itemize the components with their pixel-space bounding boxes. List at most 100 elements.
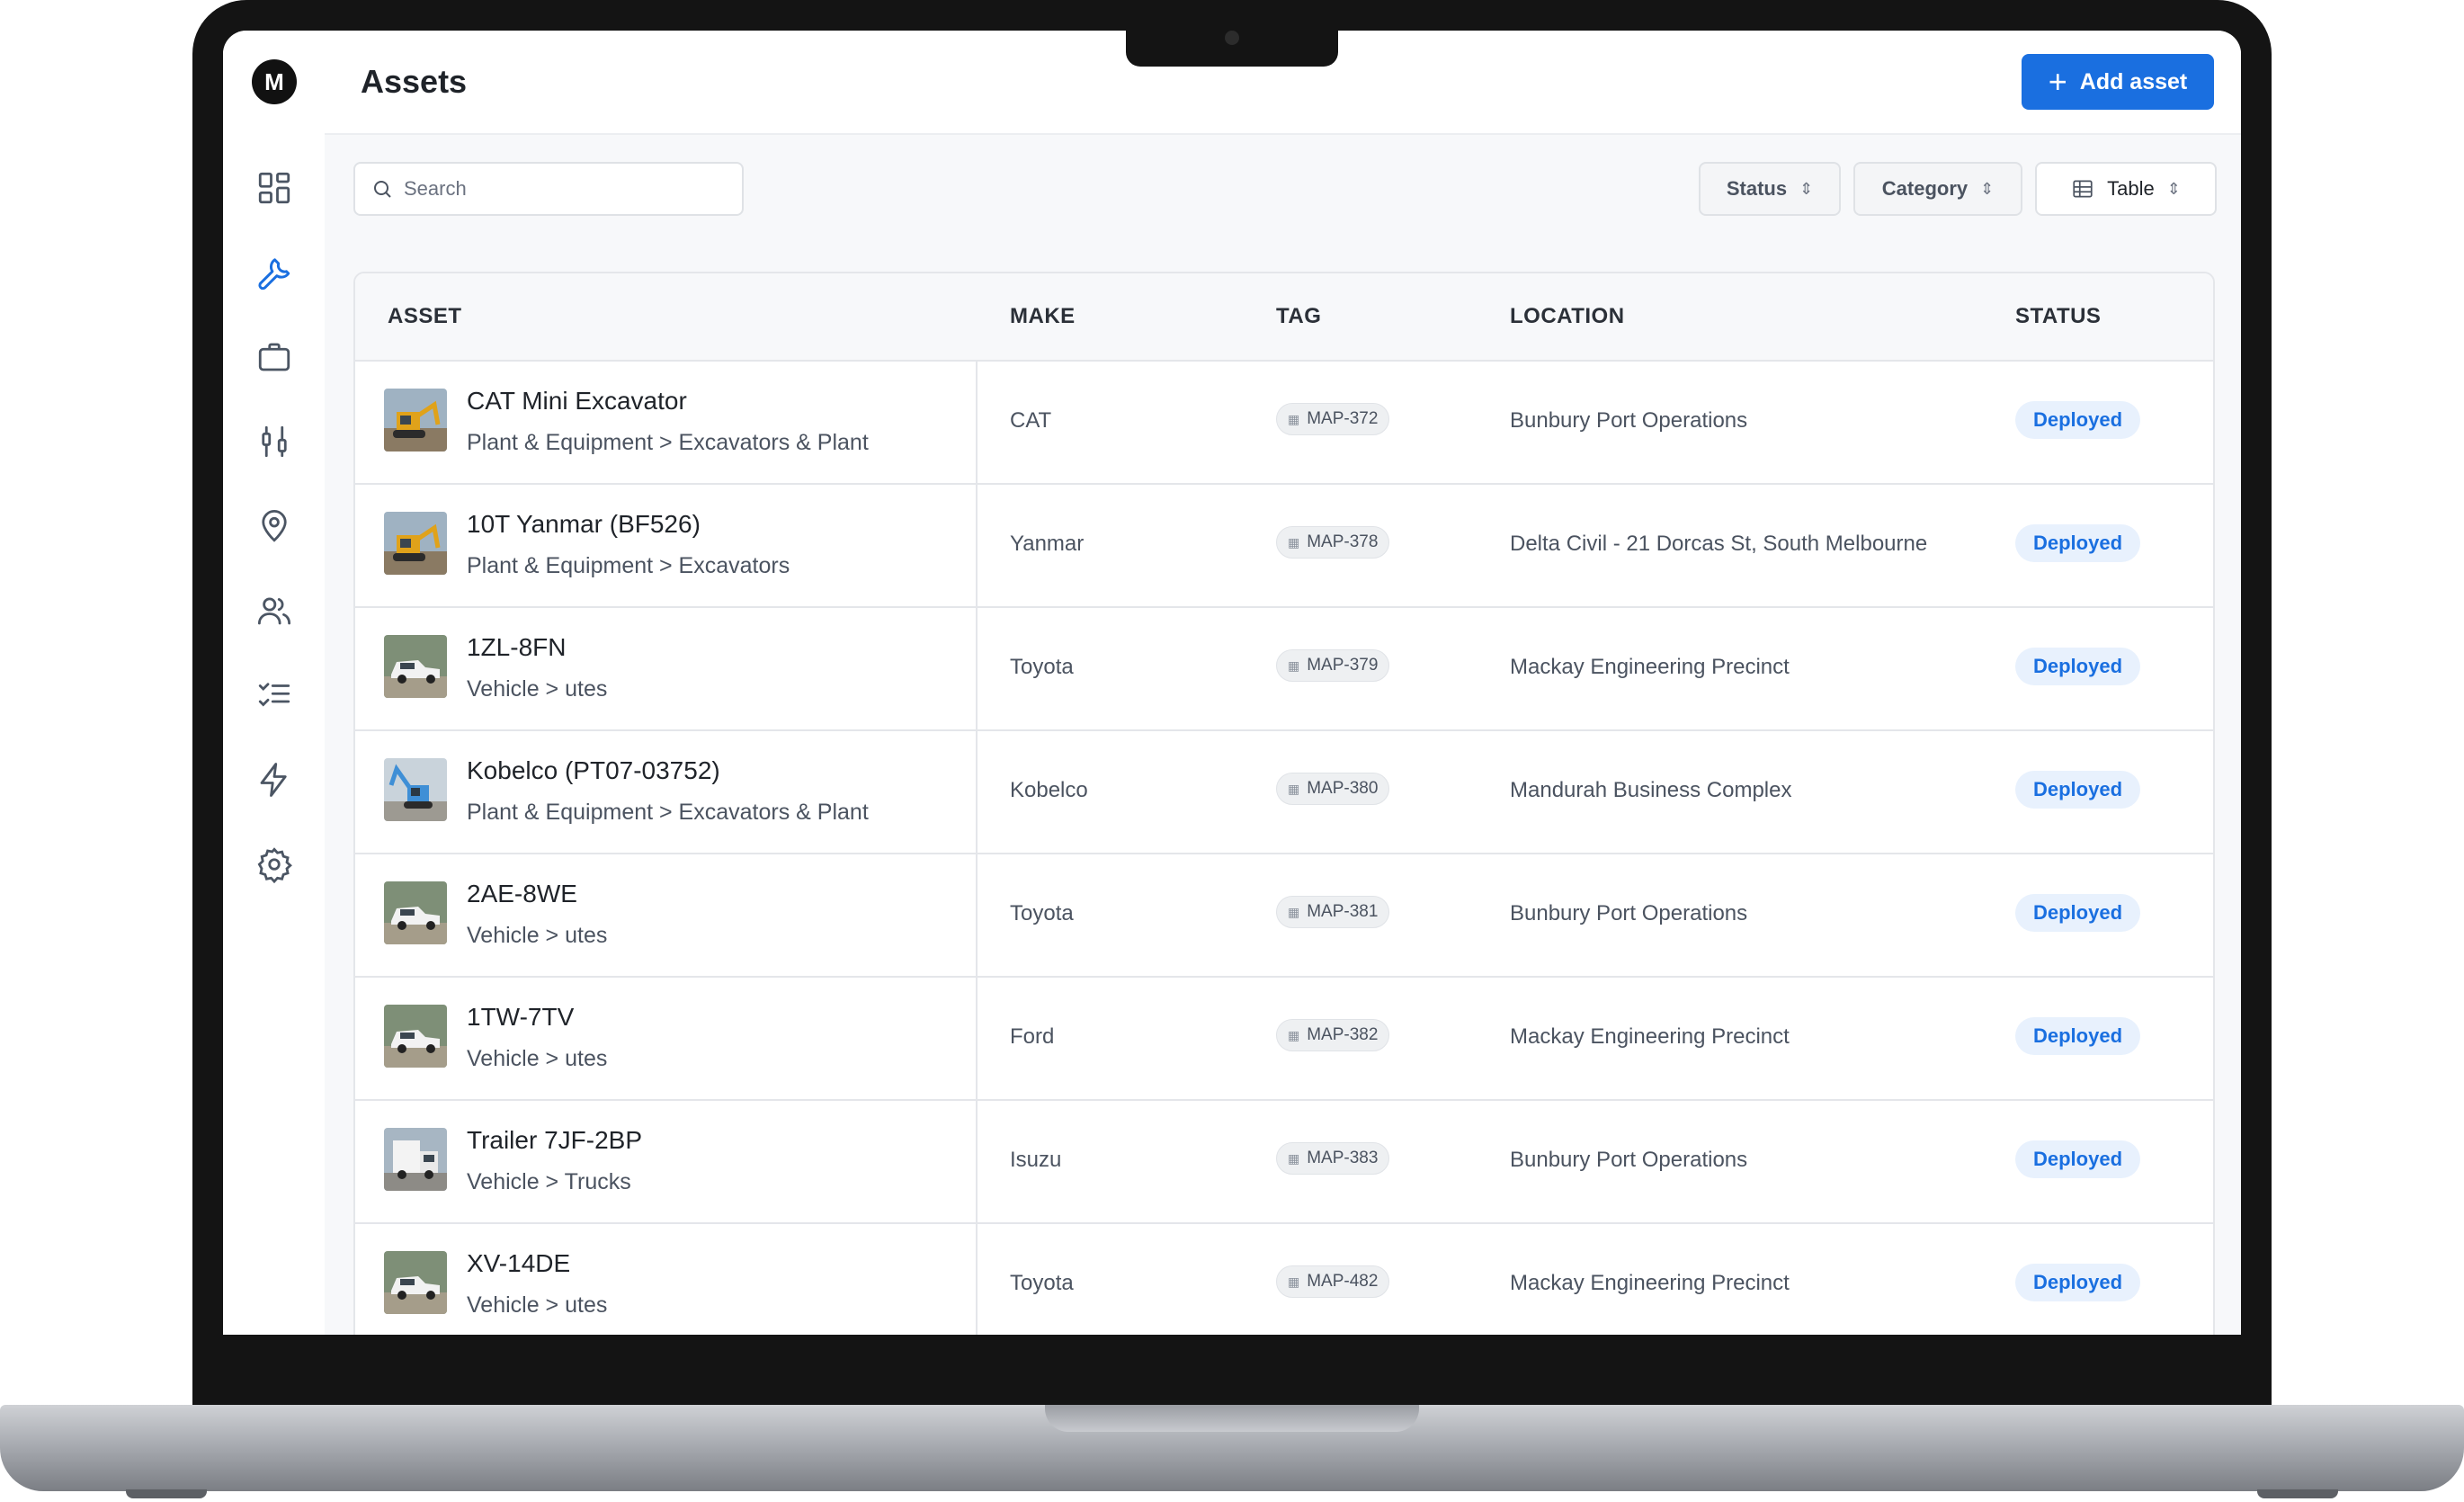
header-asset[interactable]: ASSET	[388, 304, 462, 329]
asset-name[interactable]: 1TW-7TV	[467, 1003, 574, 1032]
asset-make: Kobelco	[1010, 778, 1088, 802]
asset-make: Toyota	[1010, 655, 1074, 679]
chevron-up-down-icon: ⇕	[2166, 179, 2181, 198]
status-filter[interactable]: Status ⇕	[1699, 162, 1841, 216]
laptop-foot-left	[126, 1489, 207, 1498]
asset-tag: ▦ MAP-379	[1276, 649, 1390, 682]
category-filter[interactable]: Category ⇕	[1853, 162, 2022, 216]
asset-tag: ▦ MAP-381	[1276, 896, 1390, 928]
asset-name[interactable]: 1ZL-8FN	[467, 633, 566, 662]
view-select[interactable]: Table ⇕	[2035, 162, 2217, 216]
table-row[interactable]: 1TW-7TV Vehicle > utes Ford ▦ MAP-382 Ma…	[355, 976, 2213, 1101]
laptop-base-notch	[1045, 1405, 1419, 1432]
asset-tag: ▦ MAP-383	[1276, 1142, 1390, 1175]
status-badge: Deployed	[2015, 648, 2141, 685]
asset-tag-label: MAP-372	[1307, 409, 1379, 428]
asset-name[interactable]: XV-14DE	[467, 1249, 570, 1278]
asset-tag: ▦ MAP-482	[1276, 1265, 1390, 1298]
sliders-icon[interactable]	[255, 423, 293, 460]
asset-category: Vehicle > utes	[467, 1292, 608, 1318]
asset-thumbnail[interactable]	[384, 758, 447, 821]
app-screen: M Assets + Add asset Search Status ⇕ Cat…	[223, 31, 2241, 1335]
table-row[interactable]: XV-14DE Vehicle > utes Toyota ▦ MAP-482 …	[355, 1222, 2213, 1335]
table-row[interactable]: 10T Yanmar (BF526) Plant & Equipment > E…	[355, 483, 2213, 608]
table-header: ASSET MAKE TAG LOCATION STATUS	[355, 273, 2213, 362]
qr-code-icon: ▦	[1288, 781, 1300, 796]
asset-location: Bunbury Port Operations	[1510, 901, 1748, 925]
asset-tag-label: MAP-379	[1307, 656, 1379, 675]
asset-location: Mandurah Business Complex	[1510, 778, 1792, 802]
qr-code-icon: ▦	[1288, 657, 1300, 673]
asset-category: Vehicle > utes	[467, 676, 608, 702]
status-badge: Deployed	[2015, 1264, 2141, 1301]
dashboard-icon[interactable]	[255, 169, 293, 207]
asset-thumbnail[interactable]	[384, 881, 447, 944]
asset-location: Delta Civil - 21 Dorcas St, South Melbou…	[1510, 532, 1928, 556]
qr-code-icon: ▦	[1288, 1150, 1300, 1166]
add-asset-label: Add asset	[2079, 68, 2188, 94]
plus-icon: +	[2048, 63, 2067, 100]
asset-make: Yanmar	[1010, 532, 1085, 556]
asset-tag: ▦ MAP-372	[1276, 403, 1390, 435]
asset-tag: ▦ MAP-378	[1276, 526, 1390, 559]
checklist-icon[interactable]	[255, 676, 293, 714]
asset-thumbnail[interactable]	[384, 512, 447, 575]
asset-thumbnail[interactable]	[384, 389, 447, 451]
status-badge: Deployed	[2015, 771, 2141, 809]
main-content: Search Status ⇕ Category ⇕ Table ⇕ ASSET…	[325, 135, 2241, 1335]
asset-location: Bunbury Port Operations	[1510, 408, 1748, 433]
location-pin-icon[interactable]	[255, 507, 293, 545]
table-row[interactable]: 1ZL-8FN Vehicle > utes Toyota ▦ MAP-379 …	[355, 606, 2213, 731]
qr-code-icon: ▦	[1288, 411, 1300, 426]
page-title: Assets	[361, 63, 468, 100]
header-make[interactable]: MAKE	[1010, 304, 1076, 329]
asset-tag-label: MAP-380	[1307, 779, 1379, 798]
asset-category: Plant & Equipment > Excavators & Plant	[467, 800, 869, 825]
status-badge: Deployed	[2015, 1140, 2141, 1178]
asset-thumbnail[interactable]	[384, 635, 447, 698]
qr-code-icon: ▦	[1288, 1027, 1300, 1042]
table-icon	[2073, 180, 2093, 198]
status-badge: Deployed	[2015, 894, 2141, 932]
briefcase-icon[interactable]	[255, 338, 293, 376]
asset-make: Ford	[1010, 1024, 1055, 1049]
table-row[interactable]: Trailer 7JF-2BP Vehicle > Trucks Isuzu ▦…	[355, 1099, 2213, 1224]
wrench-icon[interactable]	[255, 254, 293, 291]
asset-category: Vehicle > Trucks	[467, 1169, 631, 1194]
lightning-icon[interactable]	[255, 761, 293, 799]
gear-icon[interactable]	[255, 845, 293, 884]
asset-location: Mackay Engineering Precinct	[1510, 1271, 1790, 1295]
asset-name[interactable]: Trailer 7JF-2BP	[467, 1126, 642, 1155]
table-row[interactable]: Kobelco (PT07-03752) Plant & Equipment >…	[355, 729, 2213, 854]
asset-make: Toyota	[1010, 901, 1074, 925]
users-icon[interactable]	[255, 592, 293, 630]
table-row[interactable]: 2AE-8WE Vehicle > utes Toyota ▦ MAP-381 …	[355, 853, 2213, 978]
status-badge: Deployed	[2015, 524, 2141, 562]
asset-location: Mackay Engineering Precinct	[1510, 1024, 1790, 1049]
asset-thumbnail[interactable]	[384, 1128, 447, 1191]
app-logo[interactable]: M	[252, 59, 297, 104]
laptop-foot-right	[2257, 1489, 2338, 1498]
search-input[interactable]: Search	[353, 162, 744, 216]
asset-thumbnail[interactable]	[384, 1251, 447, 1314]
asset-name[interactable]: 2AE-8WE	[467, 880, 577, 908]
header-location[interactable]: LOCATION	[1510, 304, 1625, 329]
asset-thumbnail[interactable]	[384, 1005, 447, 1068]
asset-name[interactable]: 10T Yanmar (BF526)	[467, 510, 701, 539]
asset-category: Plant & Equipment > Excavators	[467, 553, 790, 578]
asset-tag: ▦ MAP-382	[1276, 1019, 1390, 1051]
asset-tag-label: MAP-381	[1307, 902, 1379, 921]
asset-make: Isuzu	[1010, 1148, 1062, 1172]
qr-code-icon: ▦	[1288, 904, 1300, 919]
asset-name[interactable]: CAT Mini Excavator	[467, 387, 687, 416]
asset-tag-label: MAP-383	[1307, 1149, 1379, 1167]
table-row[interactable]: CAT Mini Excavator Plant & Equipment > E…	[355, 360, 2213, 485]
header-tag[interactable]: TAG	[1276, 304, 1321, 329]
add-asset-button[interactable]: + Add asset	[2022, 54, 2214, 110]
header-status[interactable]: STATUS	[2015, 304, 2101, 329]
qr-code-icon: ▦	[1288, 534, 1300, 550]
search-placeholder: Search	[404, 177, 467, 200]
asset-name[interactable]: Kobelco (PT07-03752)	[467, 756, 720, 785]
status-badge: Deployed	[2015, 401, 2141, 439]
asset-category: Vehicle > utes	[467, 923, 608, 948]
